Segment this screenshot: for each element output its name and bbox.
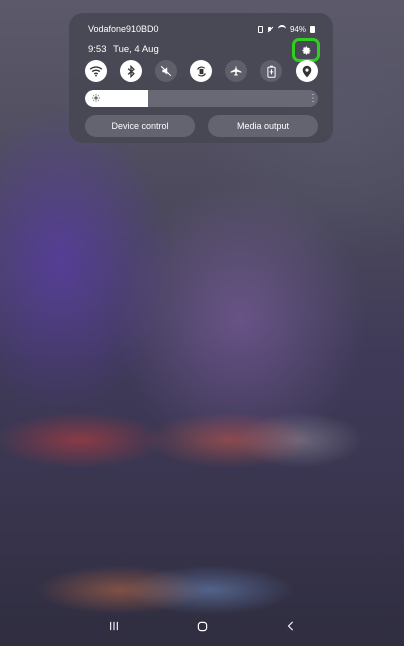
media-output-button[interactable]: Media output (208, 115, 318, 137)
carrier-name: Vodafone910BD0 (88, 24, 159, 34)
airplane-mode-toggle[interactable] (225, 60, 247, 82)
gear-icon (301, 45, 311, 55)
more-options-icon[interactable]: ⋮ (308, 93, 318, 104)
status-icons: 94% (257, 24, 315, 34)
settings-button[interactable] (292, 38, 320, 62)
device-control-button[interactable]: Device control (85, 115, 195, 137)
battery-percentage: 94% (289, 24, 306, 34)
quick-settings-tiles (85, 60, 318, 82)
mute-icon (267, 26, 274, 33)
battery-saver-icon (266, 65, 276, 78)
wifi-toggle[interactable] (85, 60, 107, 82)
time-label: 9:53 (88, 43, 107, 55)
bluetooth-icon (127, 64, 135, 78)
vibrate-icon (257, 25, 263, 33)
auto-rotate-icon (196, 65, 206, 77)
time-date: 9:53 Tue, 4 Aug (88, 42, 159, 56)
auto-rotate-toggle[interactable] (190, 60, 212, 82)
mute-icon (160, 65, 172, 77)
battery-icon (310, 25, 315, 33)
bluetooth-toggle[interactable] (120, 60, 142, 82)
navigation-bar (0, 610, 404, 646)
brightness-icon (92, 94, 100, 102)
recent-apps-button[interactable] (104, 618, 124, 634)
location-toggle[interactable] (296, 60, 318, 82)
back-icon (287, 621, 294, 631)
recent-apps-icon (110, 621, 118, 631)
back-button[interactable] (281, 618, 301, 634)
quick-panel: Vodafone910BD0 94% 9:53 Tue, 4 Aug ⋮ Dev… (69, 13, 333, 143)
location-icon (302, 65, 312, 77)
home-icon (197, 621, 207, 631)
home-button[interactable] (192, 618, 212, 634)
airplane-icon (230, 65, 242, 76)
power-saving-toggle[interactable] (260, 60, 282, 82)
sound-toggle[interactable] (155, 60, 177, 82)
wifi-icon (89, 66, 103, 77)
wifi-status-icon (277, 25, 286, 33)
date-label: Tue, 4 Aug (113, 43, 159, 55)
status-bar: Vodafone910BD0 94% (88, 22, 315, 36)
brightness-slider[interactable]: ⋮ (85, 90, 318, 107)
